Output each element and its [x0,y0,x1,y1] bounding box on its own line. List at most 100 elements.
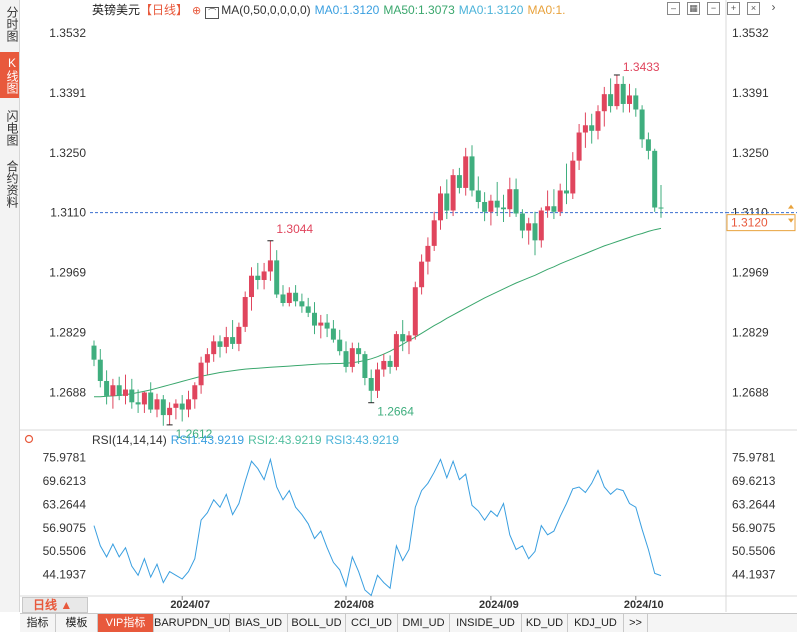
tab-more[interactable]: >> [624,614,648,632]
tab-bias[interactable]: BIAS_UD [230,614,288,632]
tab-inside[interactable]: INSIDE_UD [450,614,522,632]
candle-body [507,189,513,210]
candle-body [412,287,418,336]
tab-barupdn[interactable]: BARUPDN_UD [154,614,230,632]
candle-body [532,223,538,241]
tab-templates[interactable]: 模板 [56,614,98,632]
candle-body [123,389,128,396]
tab-cci[interactable]: CCI_UD [346,614,398,632]
candle-body [167,407,173,416]
price-tick-left: 1.3532 [49,26,86,40]
price-tick-right: 1.3532 [732,26,769,40]
tab-kdj[interactable]: KDJ_UD [568,614,624,632]
candle-body [381,360,387,370]
candle-body [356,348,362,355]
ma0-value: MA0:1.3120 [314,3,380,17]
candle-body [267,260,273,272]
rsi-tick-right: 50.5506 [732,544,776,558]
candle-body [173,403,179,408]
zoom-out-icon[interactable]: − [707,2,720,15]
ma-params[interactable]: MA(0,50,0,0,0,0) [221,3,310,17]
price-tick-left: 1.2688 [49,385,86,399]
candle-body [286,292,292,303]
candle-body [318,322,324,326]
candle-body [570,160,576,194]
bottom-tab-bar: 指标 模板 VIP指标 BARUPDN_UD BIAS_UD BOLL_UD C… [20,613,797,632]
candle-body [582,125,588,133]
candle-body [513,189,519,214]
candle-body [658,207,664,209]
candle-body [324,322,330,329]
rsi-tick-right: 44.1937 [732,568,776,582]
x-tick-label: 2024/07 [170,599,210,611]
candle-body [91,345,97,360]
candle-body [154,399,160,410]
rsi-params[interactable]: RSI(14,14,14) [92,433,167,447]
close-icon[interactable]: × [747,2,760,15]
candle-body [97,359,103,381]
candle-body [211,341,217,355]
candle-body [135,402,141,405]
candle-body [614,83,620,107]
candle-body [494,200,500,208]
candle-body [148,392,154,410]
rsi-tick-right: 63.2644 [732,497,776,511]
x-tick-label: 2024/10 [624,599,664,611]
candle-body [129,389,135,403]
period-selector-button[interactable]: 日线 ▲ [22,597,88,613]
rsi-settings-icon [24,434,34,444]
candle-body [312,312,317,326]
price-tick-right: 1.3391 [732,86,769,100]
more-icon[interactable]: › [767,1,780,15]
price-tick-left: 1.3391 [49,86,86,100]
candle-body [551,206,557,212]
candle-body [204,354,210,363]
period-label: 【日线】 [140,3,189,17]
rsi-tick-left: 69.6213 [43,474,87,488]
x-tick-label: 2024/09 [479,599,519,611]
candle-body [293,292,299,302]
candle-body [627,95,632,104]
tab-dmi[interactable]: DMI_UD [398,614,450,632]
settings-icon[interactable]: ⊕ [192,5,201,17]
candle-body [280,294,286,303]
tab-vip-indicators[interactable]: VIP指标 [98,614,154,632]
candle-body [456,175,462,188]
zoom-in-icon[interactable]: + [727,2,740,15]
mid-high-annotation: 1.3044 [276,222,313,236]
candle-body [160,399,166,416]
candle-body [645,139,651,151]
candle-body [444,193,450,211]
candle-body [526,223,532,231]
rsi-tick-left: 50.5506 [43,544,87,558]
candle-body [400,334,406,342]
grid-icon[interactable]: ▦ [687,2,700,15]
low-annotation-2: 1.2664 [377,405,414,419]
tab-indicators[interactable]: 指标 [20,614,56,632]
high-annotation: 1.3433 [623,60,660,74]
indicator-chart-icon[interactable]: ⌒ [205,7,220,19]
price-tick-left: 1.3250 [49,146,86,160]
candle-body [620,83,626,104]
tab-boll[interactable]: BOLL_UD [288,614,346,632]
minimize-icon[interactable]: – [667,2,680,15]
candle-body [450,175,456,211]
tab-kd[interactable]: KD_UD [522,614,568,632]
rsi-tick-left: 75.9781 [43,451,87,465]
rsi-tick-left: 56.9075 [43,521,87,535]
rsi-header: RSI(14,14,14) RSI1:43.9219 RSI2:43.9219 RSI… [92,432,403,448]
candle-body [463,156,469,188]
candle-body [431,220,437,246]
candle-body [469,156,475,191]
candle-body [393,334,399,367]
candle-body [501,207,506,210]
candle-body [601,94,607,112]
chart-canvas: 1.3532 1.3532 1.3391 1.3391 1.3250 1.3250 1.31… [20,0,797,612]
candle-body [179,403,185,410]
price-tick-right: 1.2969 [732,266,769,280]
candle-body [652,150,658,208]
symbol-name: 英镑美元 [92,3,141,17]
candle-body [116,385,122,396]
rsi2-value: RSI2:43.9219 [248,433,322,447]
ma0-value-3: MA0:1. [527,3,566,17]
